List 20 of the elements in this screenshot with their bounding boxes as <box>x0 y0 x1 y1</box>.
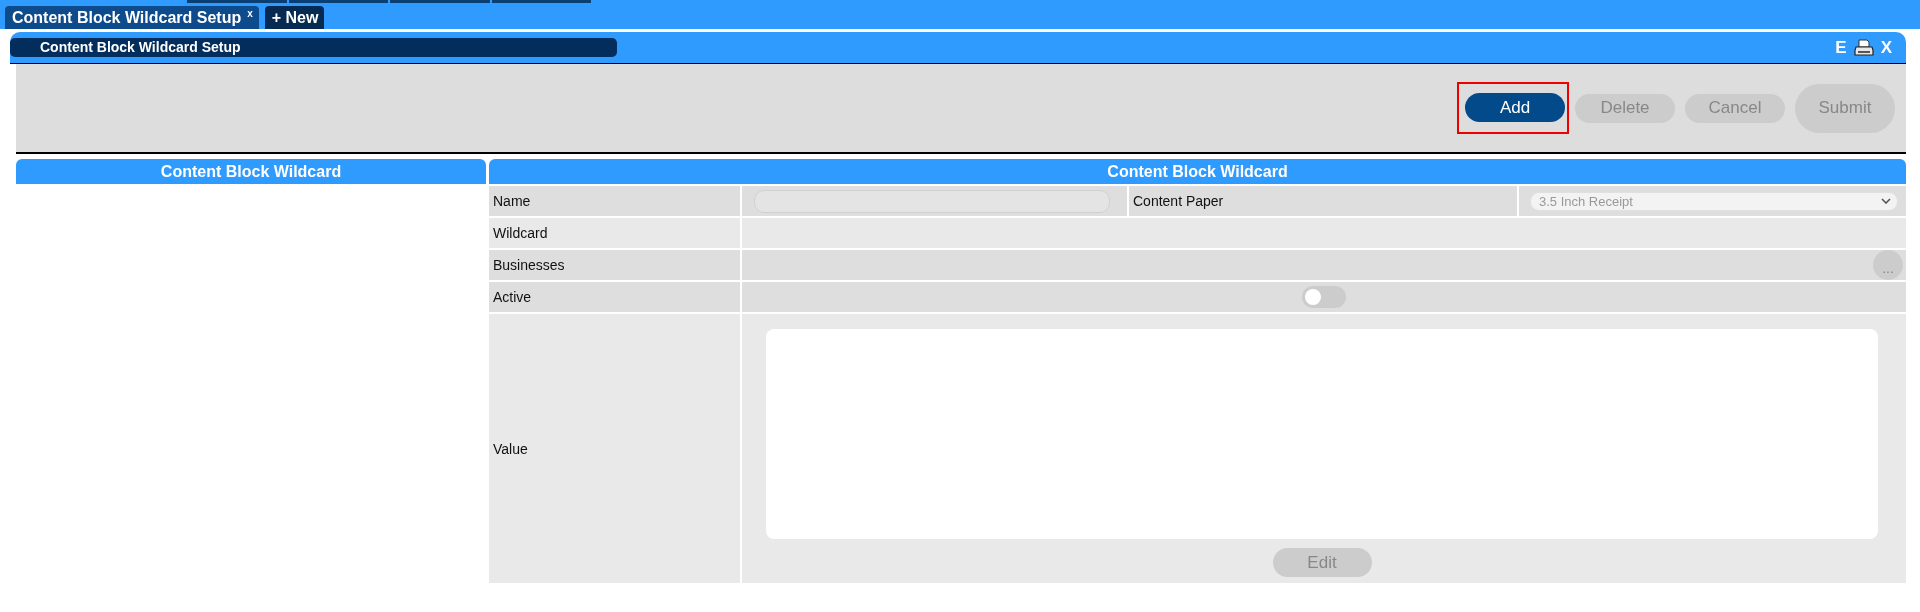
print-button[interactable] <box>1853 39 1874 56</box>
close-button[interactable]: X <box>1880 38 1892 57</box>
businesses-picker-button[interactable]: ... <box>1873 250 1903 280</box>
toolbar-button[interactable]: Add <box>1465 93 1565 122</box>
printer-icon <box>1853 39 1874 56</box>
panel-header: Content Block Wildcard <box>489 159 1906 184</box>
field-label: Content Paper <box>1129 186 1517 216</box>
tab-close-button[interactable]: x <box>247 7 253 21</box>
field-label: Value <box>489 314 740 583</box>
export-button[interactable]: E <box>1835 38 1847 57</box>
field-label: Businesses <box>489 250 740 280</box>
active-toggle[interactable] <box>1302 286 1346 308</box>
tab[interactable]: + New <box>264 6 325 29</box>
field-label: Name <box>489 186 740 216</box>
field-label: Wildcard <box>489 218 740 248</box>
field-label: Active <box>489 282 740 312</box>
chevron-down-icon <box>1881 198 1891 204</box>
panel-header: Content Block Wildcard <box>16 159 486 184</box>
window-title: Content Block Wildcard Setup <box>10 38 617 57</box>
tab[interactable]: Content Block Wildcard Setup x <box>5 6 259 29</box>
